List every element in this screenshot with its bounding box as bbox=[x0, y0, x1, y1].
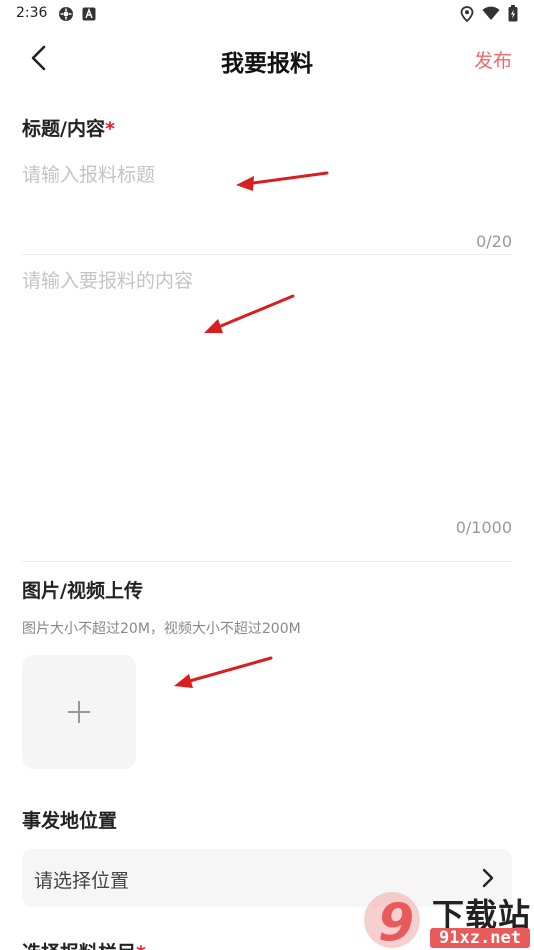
column-label: 选择报料栏目* bbox=[22, 938, 146, 950]
title-content-label-text: 标题/内容 bbox=[22, 118, 105, 140]
location-pin-icon bbox=[460, 5, 474, 22]
upload-label: 图片/视频上传 bbox=[22, 580, 143, 602]
status-time: 2:36 bbox=[16, 5, 48, 21]
column-label-text: 选择报料栏目 bbox=[22, 942, 136, 950]
battery-icon bbox=[508, 5, 518, 22]
content-counter: 0/1000 bbox=[455, 518, 512, 537]
location-placeholder: 请选择位置 bbox=[34, 870, 130, 892]
upload-hint: 图片大小不超过20M，视频大小不超过200M bbox=[22, 621, 301, 637]
required-star: * bbox=[136, 942, 146, 950]
chevron-right-icon bbox=[482, 868, 494, 888]
status-right-icons bbox=[460, 5, 518, 22]
divider bbox=[22, 254, 512, 255]
watermark-sub-text: 91xz.net bbox=[430, 928, 530, 948]
title-content-label: 标题/内容* bbox=[22, 114, 115, 141]
title-counter: 0/20 bbox=[476, 232, 512, 251]
status-bar: 2:36 bbox=[0, 0, 534, 28]
plus-icon bbox=[68, 701, 90, 723]
watermark-logo: 9 下载站 91xz.net bbox=[360, 888, 534, 950]
annotation-arrow-icon bbox=[174, 656, 273, 688]
publish-button[interactable]: 发布 bbox=[474, 46, 512, 73]
location-label: 事发地位置 bbox=[22, 810, 118, 832]
divider bbox=[22, 561, 512, 562]
app-badge-icon bbox=[59, 7, 73, 21]
page-title: 我要报料 bbox=[221, 51, 313, 77]
watermark-logo-icon: 9 bbox=[364, 892, 420, 950]
content-input[interactable] bbox=[22, 268, 512, 498]
status-left-icons bbox=[58, 6, 96, 22]
add-media-button[interactable] bbox=[22, 655, 136, 769]
header: 我要报料 发布 bbox=[0, 34, 534, 82]
required-star: * bbox=[104, 118, 115, 140]
wifi-icon bbox=[482, 6, 500, 20]
title-input[interactable] bbox=[22, 155, 512, 195]
a-box-icon bbox=[82, 7, 96, 21]
watermark-logo-digit: 9 bbox=[378, 893, 414, 950]
